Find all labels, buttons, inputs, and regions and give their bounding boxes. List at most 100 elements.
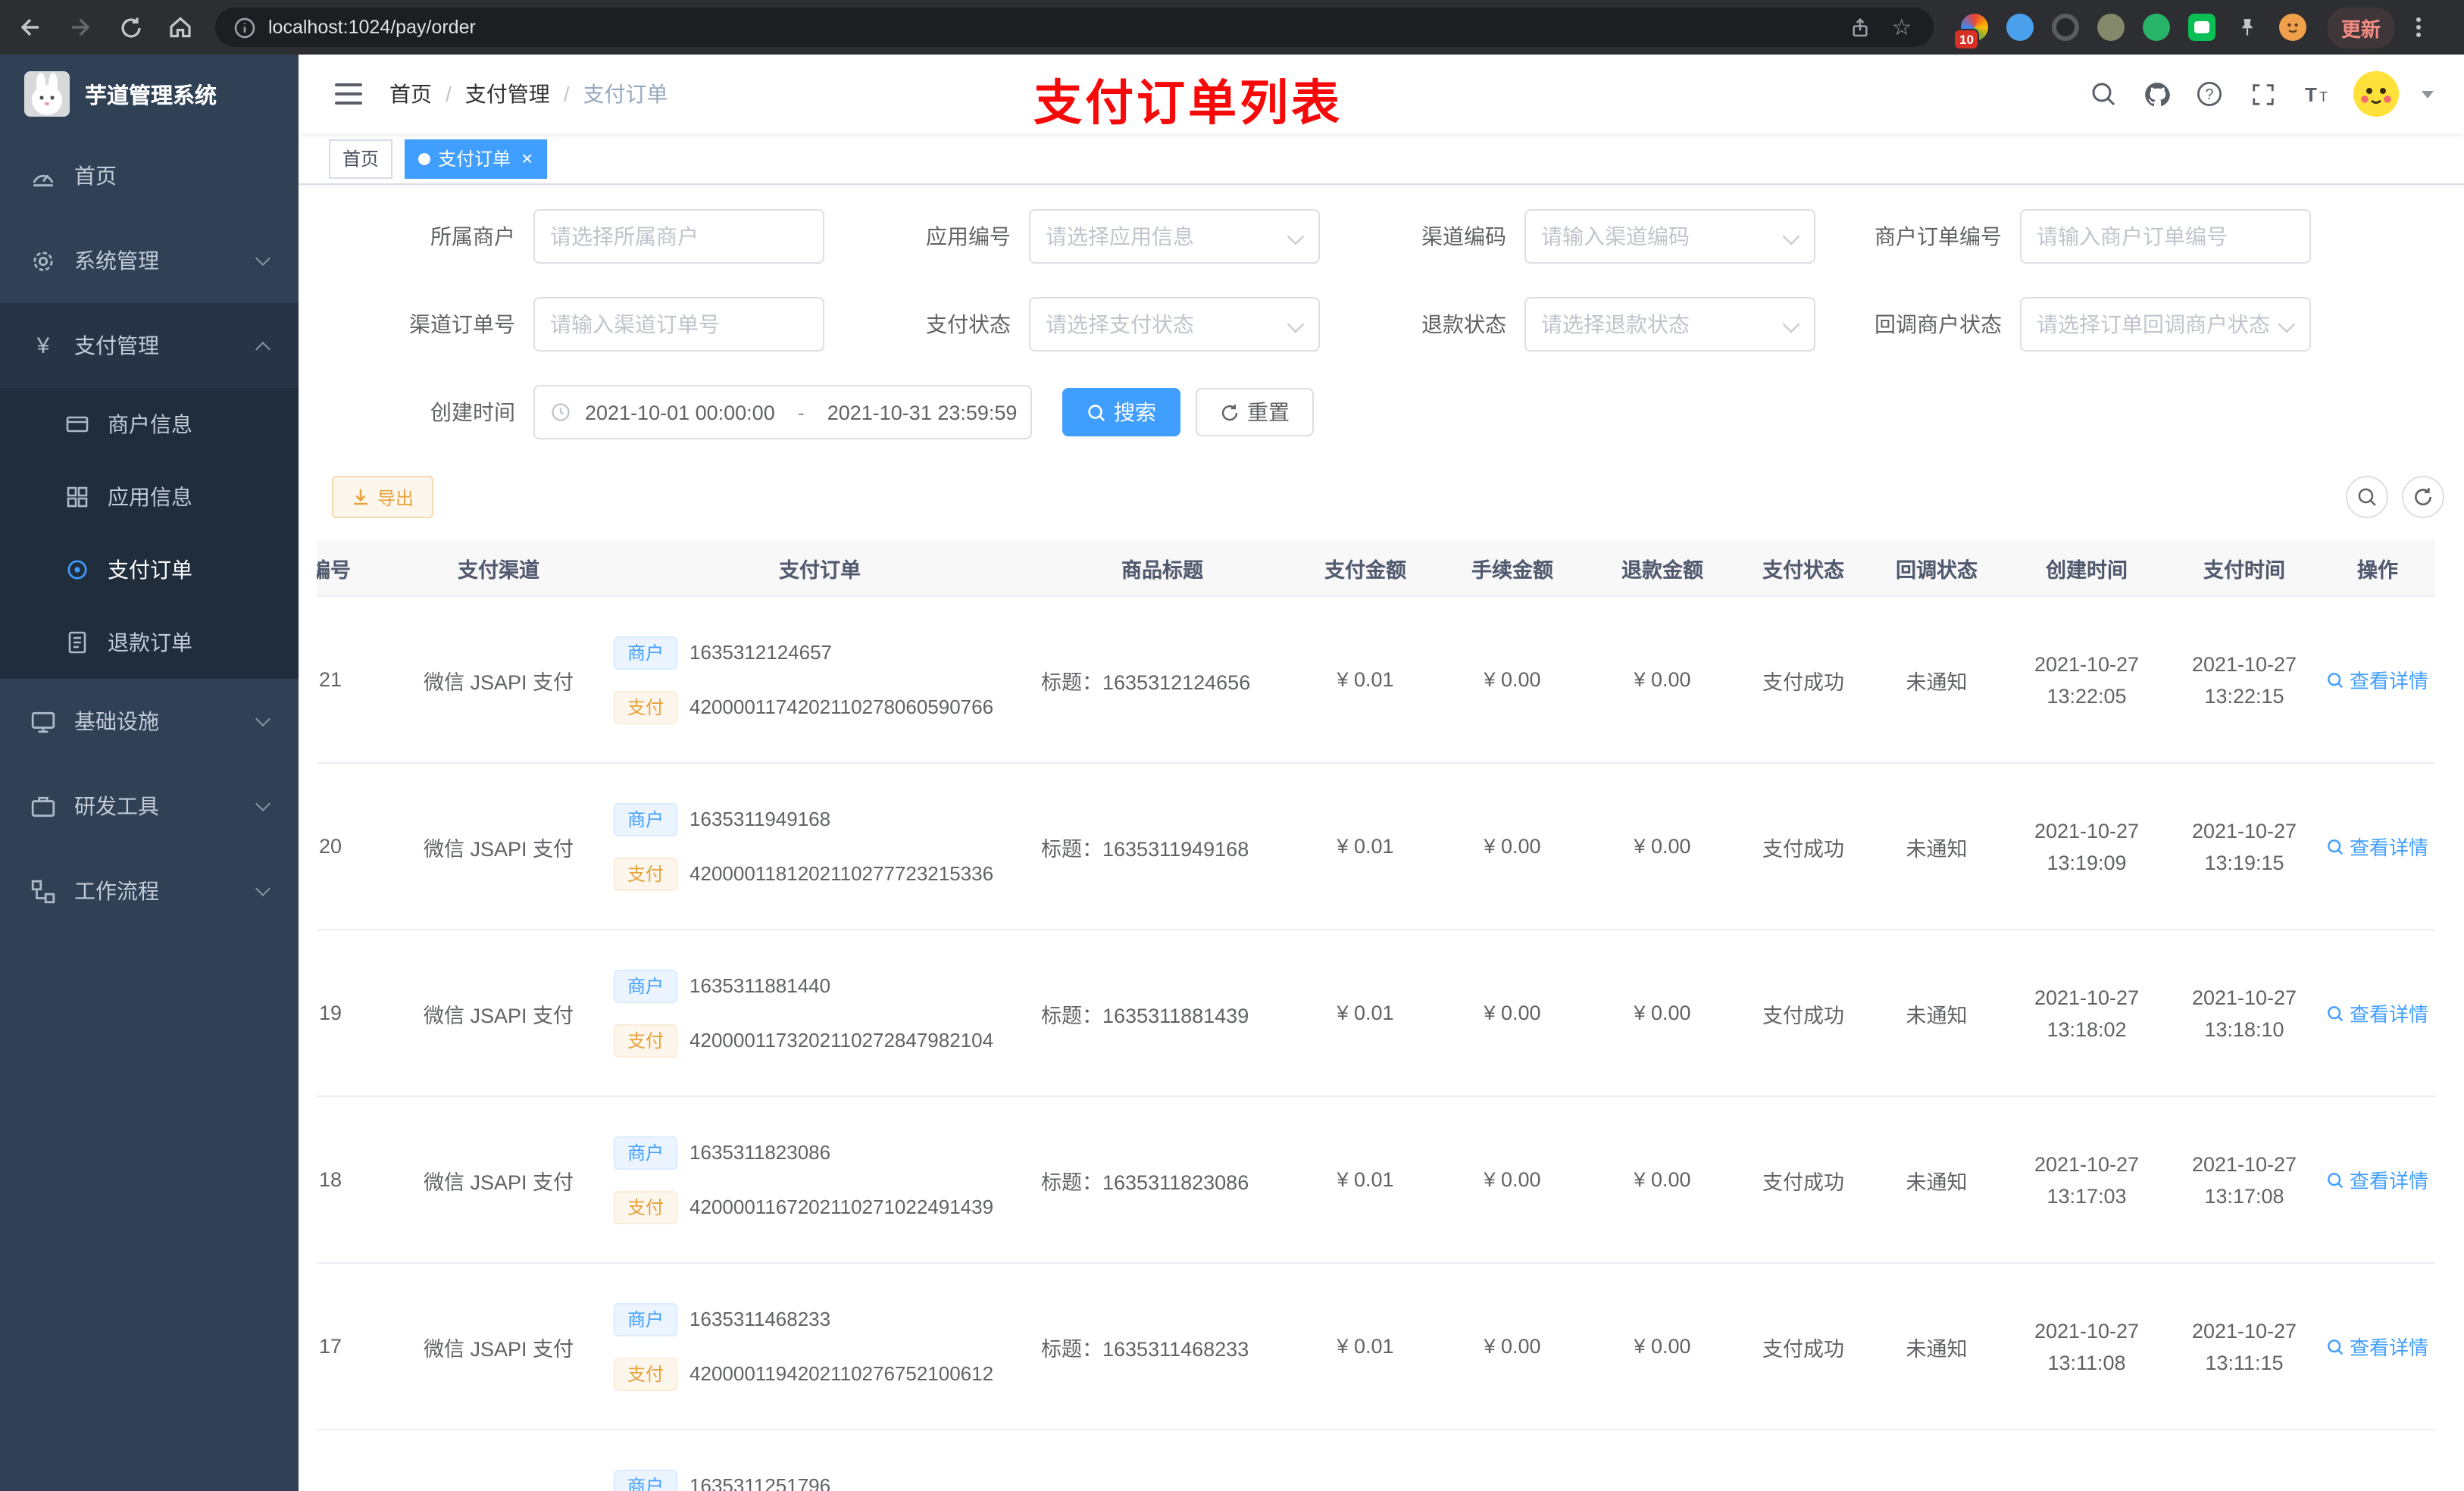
- workflow-icon: [30, 878, 56, 904]
- sidebar-item-label: 基础设施: [74, 709, 159, 733]
- sidebar-item-label: 应用信息: [108, 485, 192, 509]
- breadcrumb-separator: /: [446, 82, 452, 106]
- extension-ring-icon[interactable]: [2052, 14, 2079, 41]
- help-icon[interactable]: ?: [2194, 79, 2225, 109]
- cell-channel: 微信 JSAPI 支付: [389, 1264, 608, 1430]
- table-row: 21 微信 JSAPI 支付 商户 1635312124657 支付 42000…: [317, 597, 2435, 764]
- browser-update-button[interactable]: 更新: [2328, 7, 2395, 48]
- share-icon[interactable]: [1846, 14, 1873, 41]
- filter-label: 创建时间: [430, 400, 515, 424]
- toggle-search-button[interactable]: [2346, 476, 2388, 518]
- view-detail-link[interactable]: 查看详情: [2327, 999, 2428, 1027]
- search-icon[interactable]: [2088, 79, 2118, 109]
- tag-pay-order[interactable]: 支付订单 ×: [405, 139, 547, 178]
- breadcrumb-payment[interactable]: 支付管理: [465, 79, 550, 109]
- cell-amount: ¥ 0.01: [1293, 1097, 1438, 1264]
- pin-icon[interactable]: [2234, 14, 2261, 41]
- cell-create-time: 2021-10-27 13:17:03: [2005, 1097, 2169, 1264]
- refund-status-select[interactable]: [1541, 312, 1799, 336]
- sidebar-item-workflow[interactable]: 工作流程: [0, 849, 299, 933]
- column-header-refund: 退款金额: [1587, 539, 1738, 597]
- hamburger-icon[interactable]: [335, 82, 362, 106]
- chevron-up-icon: [255, 342, 270, 357]
- filter-create-time: 创建时间 2021-10-01 00:00:00 - 2021-10-31 23…: [329, 385, 1032, 439]
- user-avatar[interactable]: [2353, 71, 2399, 117]
- bookmark-star-icon[interactable]: ☆: [1888, 14, 1915, 41]
- yen-icon: ¥: [36, 333, 50, 358]
- refresh-button[interactable]: [2402, 476, 2444, 518]
- cell-notify-status: 未通知: [1868, 764, 2005, 930]
- merchant-input[interactable]: [550, 224, 808, 248]
- channel-order-no-input[interactable]: [550, 312, 808, 336]
- view-detail-link[interactable]: 查看详情: [2327, 665, 2428, 694]
- filter-label: 应用编号: [926, 224, 1011, 248]
- sidebar-item-merchant-info[interactable]: 商户信息: [0, 388, 299, 461]
- cell-pay-order: 商户 1635311823086 支付 42000011672021102710…: [608, 1097, 1032, 1264]
- cell-notify-status: 未通知: [1868, 1264, 2005, 1430]
- extension-green-icon[interactable]: [2143, 14, 2170, 41]
- extension-olive-icon[interactable]: [2097, 14, 2125, 41]
- sidebar: 芋道管理系统 首页 系统管理 ¥ 支付管理 商户信息 应用信息 支付订单 退款订…: [0, 55, 299, 1491]
- sidebar-item-home[interactable]: 首页: [0, 133, 299, 218]
- sidebar-item-pay-order[interactable]: 支付订单: [0, 533, 299, 606]
- pay-status-select[interactable]: [1046, 312, 1303, 336]
- target-icon: [64, 558, 89, 582]
- github-icon[interactable]: [2141, 79, 2172, 109]
- search-button[interactable]: 搜索: [1062, 388, 1180, 436]
- breadcrumb-home[interactable]: 首页: [389, 79, 432, 109]
- date-range-picker[interactable]: 2021-10-01 00:00:00 - 2021-10-31 23:59:5…: [533, 385, 1032, 439]
- back-icon[interactable]: [15, 12, 45, 42]
- fullscreen-icon[interactable]: [2247, 79, 2278, 109]
- filter-channel-code: 渠道编码: [1320, 209, 1815, 264]
- avatar-extension-icon[interactable]: [2279, 14, 2306, 41]
- cell-amount: ¥ 0.01: [1293, 764, 1438, 930]
- svg-text:?: ?: [2205, 86, 2213, 103]
- tag-close-icon[interactable]: ×: [521, 148, 533, 168]
- sidebar-item-payment[interactable]: ¥ 支付管理: [0, 303, 299, 388]
- cell-pay-time: 2021-10-27 13:19:15: [2169, 764, 2320, 930]
- channel-code-select[interactable]: [1541, 224, 1799, 248]
- browser-menu-icon[interactable]: [2406, 14, 2431, 41]
- view-detail-link[interactable]: 查看详情: [2327, 1332, 2428, 1361]
- pay-badge: 支付: [614, 1190, 678, 1224]
- cell-title: 标题：1635311881439: [1032, 930, 1293, 1097]
- reset-button[interactable]: 重置: [1196, 388, 1314, 436]
- export-button[interactable]: 导出: [332, 476, 434, 518]
- filter-refund-status: 退款状态: [1320, 297, 1815, 352]
- sidebar-item-infra[interactable]: 基础设施: [0, 679, 299, 764]
- cell-title: 标题：1635311949168: [1032, 764, 1293, 930]
- top-navbar: 首页 / 支付管理 / 支付订单 支付订单列表 ? TT: [299, 55, 2464, 133]
- merchant-order-no-input[interactable]: [2037, 224, 2294, 248]
- app-no-select[interactable]: [1046, 224, 1303, 248]
- cell-refund: [1587, 1430, 1738, 1491]
- sidebar-item-app-info[interactable]: 应用信息: [0, 461, 299, 533]
- extension-colorwheel-icon[interactable]: 10: [1953, 14, 1988, 50]
- info-icon[interactable]: [233, 16, 256, 39]
- extension-wechat-devtools-icon[interactable]: [2188, 14, 2215, 41]
- cell-actions: 查看详情: [2320, 764, 2435, 930]
- sidebar-item-system[interactable]: 系统管理: [0, 218, 299, 303]
- sidebar-item-devtools[interactable]: 研发工具: [0, 764, 299, 849]
- export-button-label: 导出: [377, 487, 414, 508]
- view-detail-link[interactable]: 查看详情: [2327, 1165, 2428, 1194]
- forward-icon[interactable]: [65, 12, 95, 42]
- extension-drop-icon[interactable]: [2006, 14, 2034, 41]
- app-logo[interactable]: 芋道管理系统: [0, 55, 299, 133]
- cell-fee: ¥ 0.00: [1438, 1097, 1587, 1264]
- tag-home[interactable]: 首页: [329, 139, 393, 178]
- briefcase-icon: [30, 793, 56, 819]
- filter-label: 所属商户: [430, 224, 515, 248]
- font-size-icon[interactable]: TT: [2300, 79, 2331, 109]
- reload-icon[interactable]: [115, 12, 145, 42]
- url-bar[interactable]: localhost:1024/pay/order ☆: [215, 8, 1934, 47]
- home-icon[interactable]: [165, 12, 195, 42]
- cell-create-time: [2005, 1430, 2169, 1491]
- cell-pay-status: 支付成功: [1738, 1264, 1868, 1430]
- filter-form: 所属商户 应用编号 渠道编码 商户订单编号 渠道订单号: [299, 185, 2464, 439]
- breadcrumb-current: 支付订单: [583, 82, 668, 106]
- avatar-caret-icon[interactable]: [2422, 90, 2434, 98]
- notify-status-select[interactable]: [2037, 312, 2294, 336]
- view-detail-link[interactable]: 查看详情: [2327, 832, 2428, 861]
- sidebar-item-refund-order[interactable]: 退款订单: [0, 606, 299, 679]
- active-tag-dot: [418, 152, 431, 164]
